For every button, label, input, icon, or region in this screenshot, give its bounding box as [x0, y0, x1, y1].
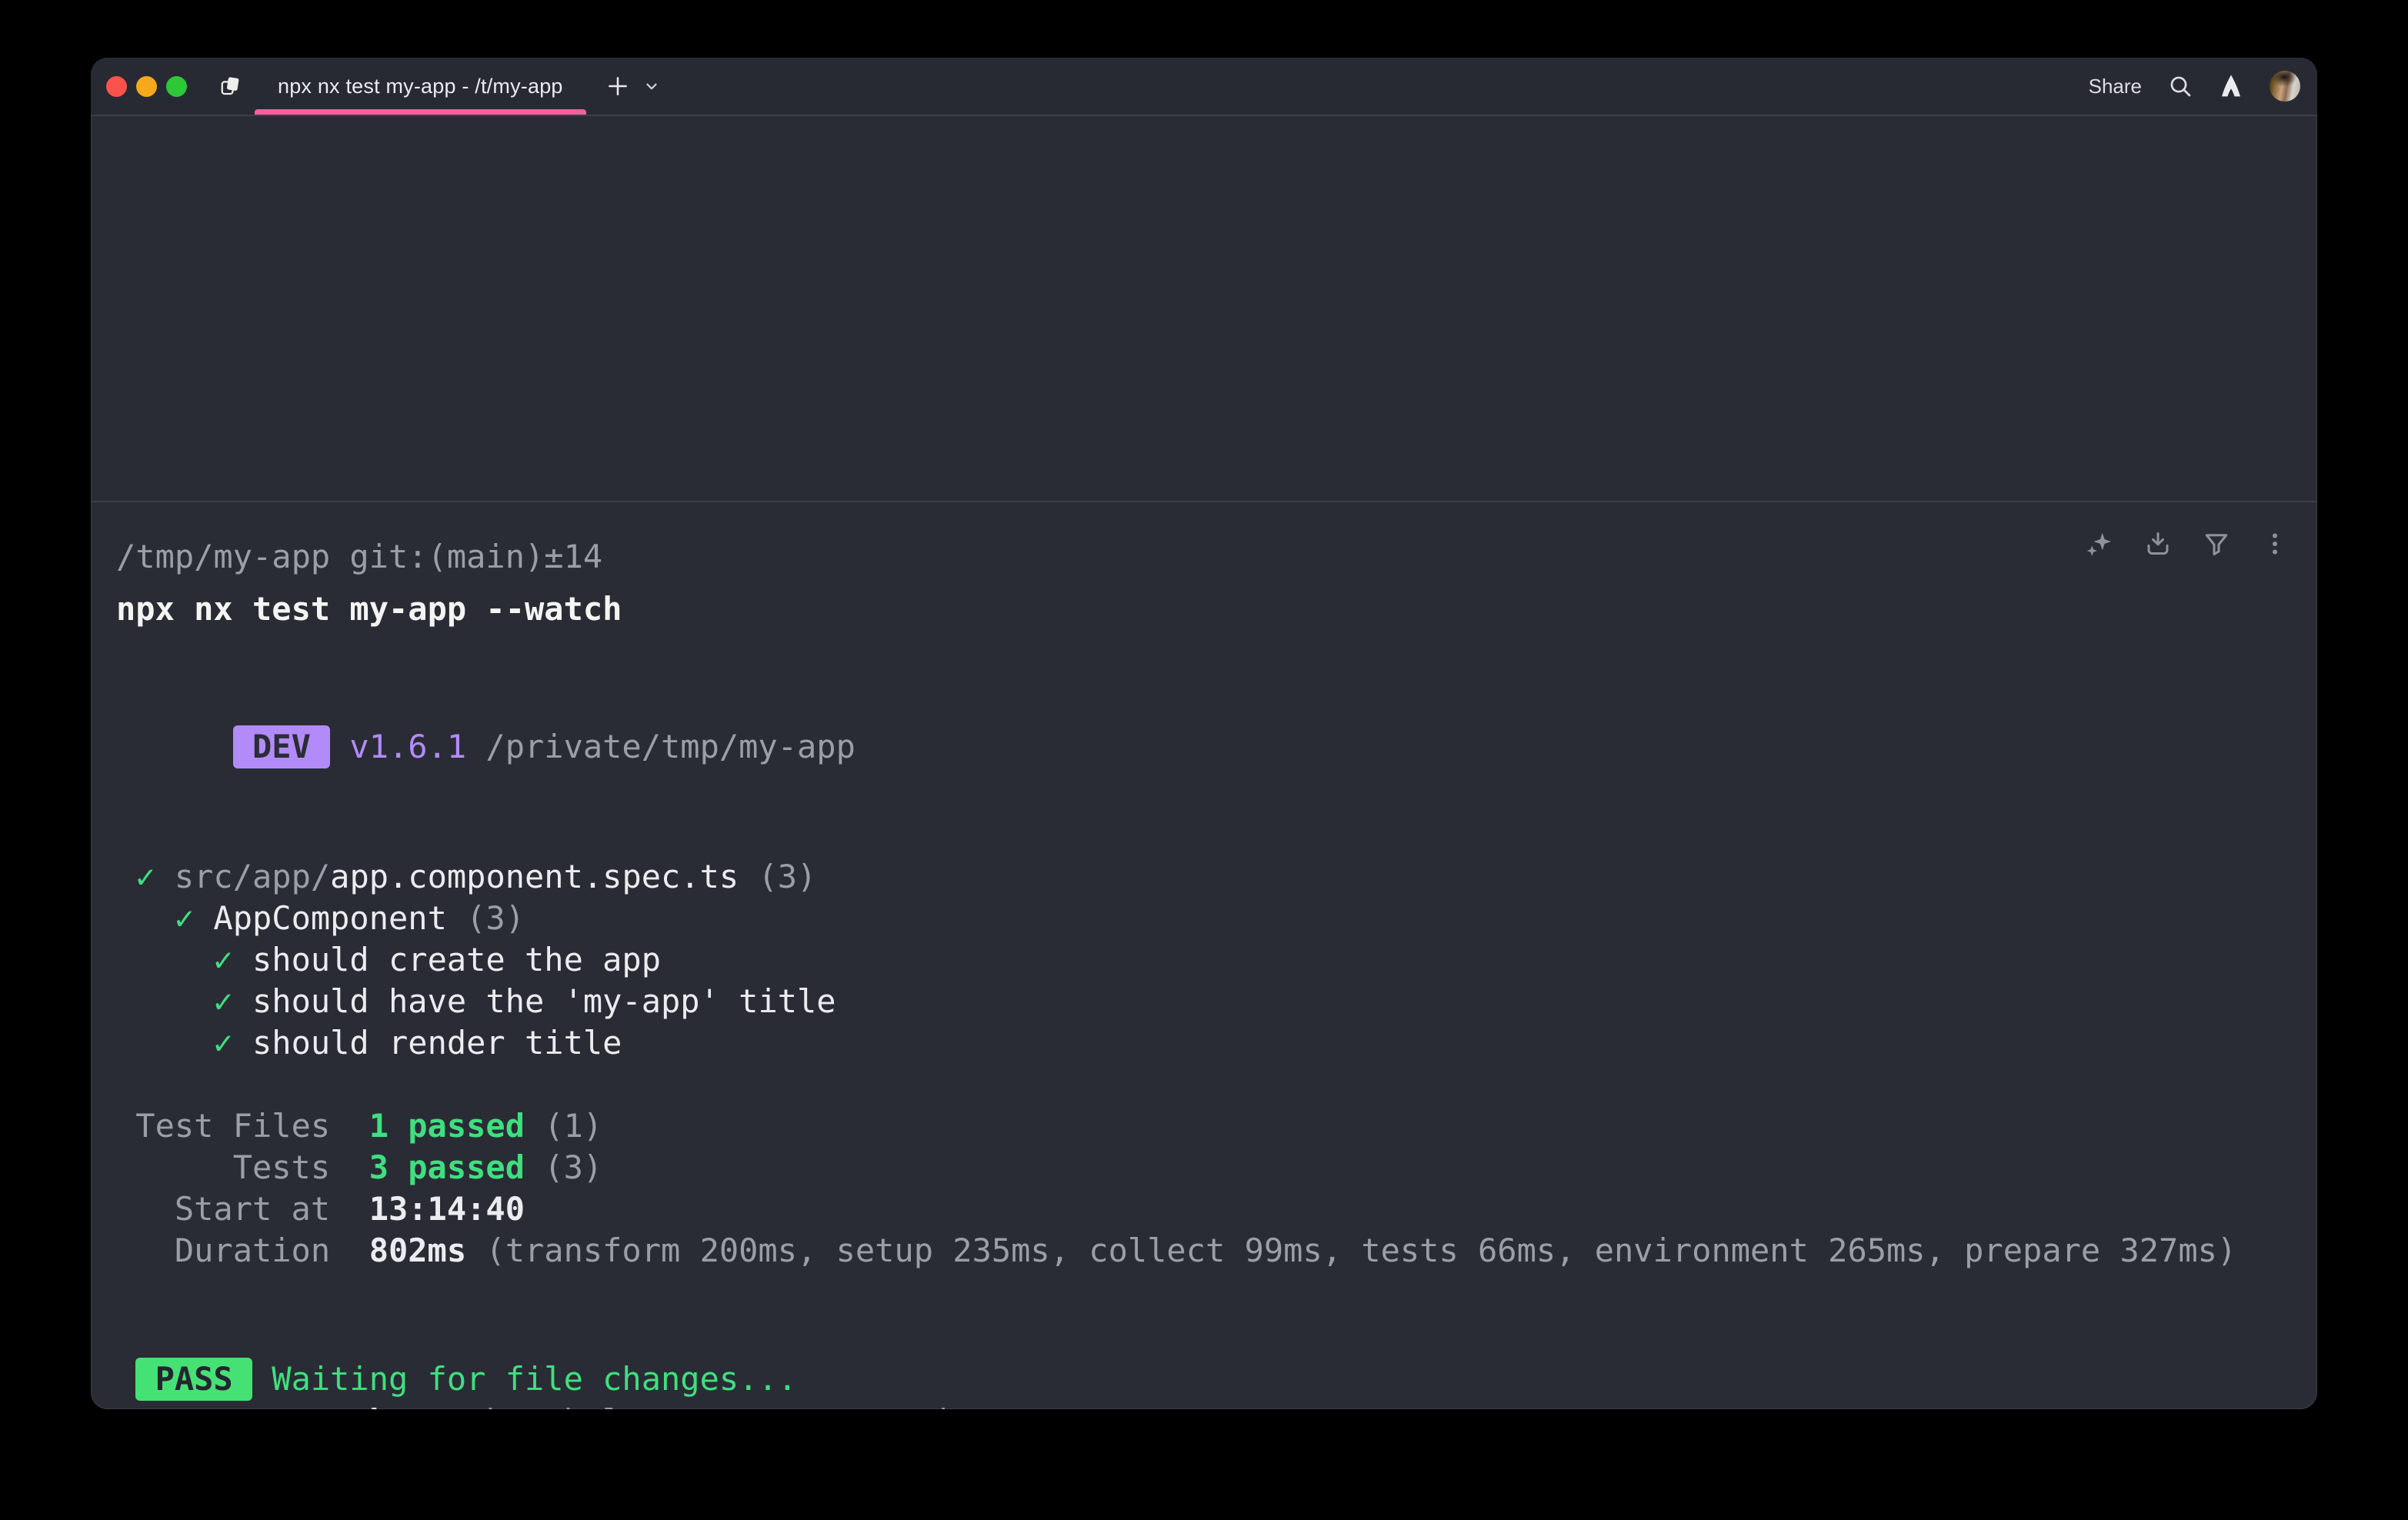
test-case-name: should have the 'my-app' title [252, 982, 836, 1020]
summary-label: Duration [135, 1230, 330, 1272]
previous-output-area [91, 116, 2317, 501]
window-controls [91, 76, 208, 97]
share-button[interactable]: Share [2089, 75, 2142, 98]
summary-label: Tests [135, 1147, 330, 1188]
test-case-row: ✓ should create the app [116, 939, 2289, 981]
test-case-name: should create the app [252, 941, 661, 978]
test-case-row: ✓ should render title [116, 1022, 2289, 1064]
test-file-dir: src/app/ [175, 858, 330, 895]
summary-label: Test Files [135, 1105, 330, 1147]
test-tree: ✓ src/app/app.component.spec.ts (3) ✓ AppCo… [116, 856, 2289, 1064]
more-options-icon[interactable] [2261, 530, 2289, 558]
tab-bar: npx nx test my-app - /t/my-app Share [91, 58, 2317, 116]
summary-value: 13:14:40 [369, 1190, 525, 1228]
test-summary: Test Files 1 passed (1) Tests 3 passed (3) S… [116, 1105, 2289, 1272]
command-text: npx nx test my-app --watch [116, 588, 2289, 630]
summary-row: Tests 3 passed (3) [116, 1147, 2289, 1188]
vitest-dev-line: DEV v1.6.1/private/tmp/my-app [116, 684, 2289, 810]
vitest-version: v1.6.1 [349, 728, 466, 765]
check-icon: ✓ [213, 982, 232, 1020]
summary-value: 3 passed [369, 1148, 525, 1186]
block-actions [2086, 530, 2289, 558]
blocks-icon [219, 75, 242, 98]
filter-icon[interactable] [2203, 530, 2230, 558]
minimize-window-button[interactable] [136, 76, 157, 97]
help-key-q: q [797, 1402, 816, 1409]
pass-row: PASS Waiting for file changes... [116, 1358, 2289, 1401]
test-case-name: should render title [252, 1024, 622, 1062]
summary-label: Start at [135, 1188, 330, 1230]
block-header: /tmp/my-app git:(main)±14 [116, 536, 2289, 578]
test-file-count: (3) [758, 858, 816, 895]
summary-row: Start at 13:14:40 [116, 1188, 2289, 1230]
help-row: press h to show help, press q to quit [116, 1401, 2289, 1409]
tab-active-indicator [255, 109, 586, 115]
summary-value: 1 passed [369, 1107, 525, 1145]
help-text: to quit [816, 1402, 972, 1409]
summary-extra: (1) [544, 1107, 602, 1145]
terminal-window: npx nx test my-app - /t/my-app Share [91, 58, 2317, 1409]
close-window-button[interactable] [106, 76, 127, 97]
test-file-name: app.component.spec.ts [330, 858, 739, 895]
waiting-message: Waiting for file changes... [272, 1360, 797, 1398]
check-icon: ✓ [175, 899, 194, 937]
fullscreen-window-button[interactable] [166, 76, 187, 97]
help-text: press [252, 1402, 369, 1409]
test-suite-row: ✓ AppComponent (3) [116, 898, 2289, 939]
watch-status: PASS Waiting for file changes... press h … [116, 1358, 2289, 1409]
summary-value: 802ms [369, 1232, 466, 1269]
vitest-cwd: /private/tmp/my-app [485, 728, 855, 765]
test-case-row: ✓ should have the 'my-app' title [116, 981, 2289, 1022]
check-icon: ✓ [213, 941, 232, 978]
search-icon[interactable] [2168, 74, 2193, 98]
summary-row: Test Files 1 passed (1) [116, 1105, 2289, 1147]
warp-logo-icon[interactable] [2219, 74, 2243, 98]
summary-extra: (transform 200ms, setup 235ms, collect 9… [485, 1232, 2236, 1269]
new-tab-button[interactable] [605, 73, 631, 99]
dev-badge: DEV [233, 725, 330, 768]
check-icon: ✓ [135, 858, 155, 895]
prompt: /tmp/my-app git:(main)±14 [116, 536, 602, 578]
tab-bar-right: Share [2089, 71, 2317, 102]
tab-active[interactable]: npx nx test my-app - /t/my-app [255, 58, 586, 115]
summary-row: Duration 802ms (transform 200ms, setup 235… [116, 1230, 2289, 1272]
ai-sparkle-icon[interactable] [2086, 530, 2113, 558]
summary-extra: (3) [544, 1148, 602, 1186]
tab-title: npx nx test my-app - /t/my-app [278, 75, 563, 98]
test-file-row: ✓ src/app/app.component.spec.ts (3) [116, 856, 2289, 898]
test-suite-count: (3) [466, 899, 525, 937]
help-key-h: h [369, 1402, 389, 1409]
command-block: /tmp/my-app git:(main)±14 [91, 502, 2317, 1409]
chevron-down-icon[interactable] [643, 78, 660, 95]
check-icon: ✓ [213, 1024, 232, 1062]
avatar[interactable] [2270, 71, 2300, 102]
pass-badge: PASS [135, 1358, 252, 1401]
help-text: to show help, press [389, 1402, 797, 1409]
test-suite-name: AppComponent [213, 899, 446, 937]
download-icon[interactable] [2144, 530, 2172, 558]
